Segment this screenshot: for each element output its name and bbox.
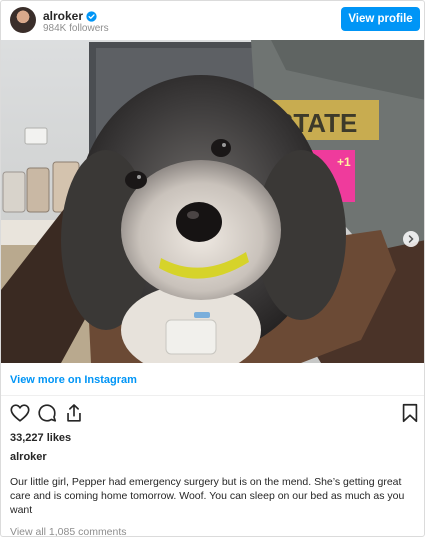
view-profile-button[interactable]: View profile — [341, 7, 420, 31]
dog-photo-image: STATE +1 — [1, 40, 424, 363]
next-photo-button[interactable] — [403, 231, 419, 247]
comment-icon[interactable] — [36, 402, 58, 424]
username[interactable]: alroker — [43, 9, 83, 23]
verified-badge-icon — [86, 10, 97, 22]
chevron-right-icon — [408, 235, 414, 243]
instagram-embed-card: alroker 984K followers View profile STAT… — [0, 0, 425, 537]
post-header: alroker 984K followers View profile — [1, 1, 424, 40]
view-all-comments-link[interactable]: View all 1,085 comments — [10, 526, 127, 536]
action-bar — [1, 402, 424, 426]
post-photo[interactable]: STATE +1 — [1, 40, 424, 363]
username-row[interactable]: alroker — [43, 9, 97, 23]
follower-count: 984K followers — [43, 23, 109, 34]
bookmark-icon[interactable] — [399, 402, 421, 424]
view-more-on-instagram-link[interactable]: View more on Instagram — [10, 374, 137, 386]
share-icon[interactable] — [63, 402, 85, 424]
caption-author[interactable]: alroker — [10, 451, 47, 463]
divider — [1, 395, 424, 396]
avatar[interactable] — [10, 7, 36, 33]
like-count[interactable]: 33,227 likes — [10, 432, 71, 444]
shirt-print-badge: +1 — [337, 155, 351, 169]
heart-icon[interactable] — [9, 402, 31, 424]
post-caption: Our little girl, Pepper had emergency su… — [10, 476, 405, 516]
